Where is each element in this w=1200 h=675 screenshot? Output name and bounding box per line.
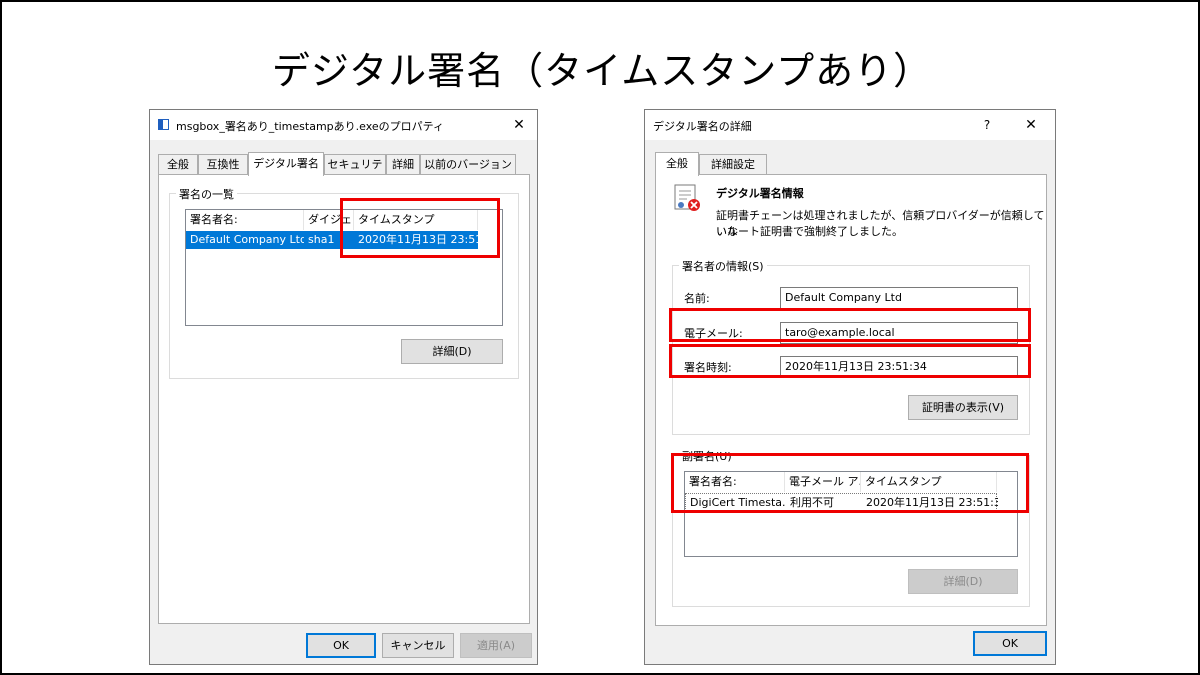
signature-details-dialog: デジタル署名の詳細 ? ✕ 全般 詳細設定 デジタル署名情報 証明書チェーンは処…: [644, 109, 1056, 665]
tab-general[interactable]: 全般: [158, 154, 198, 175]
tab-general[interactable]: 全般: [655, 152, 699, 176]
apply-button[interactable]: 適用(A): [460, 633, 532, 658]
tab-previous-versions[interactable]: 以前のバージョン: [420, 154, 516, 175]
help-icon[interactable]: ?: [977, 115, 997, 135]
signature-list-label: 署名の一覧: [176, 186, 237, 202]
signer-info-label: 署名者の情報(S): [679, 258, 767, 274]
countersignature-details-button[interactable]: 詳細(D): [908, 569, 1018, 594]
tab-compatibility[interactable]: 互換性: [198, 154, 248, 175]
close-icon[interactable]: ✕: [509, 115, 529, 135]
close-icon[interactable]: ✕: [1021, 115, 1041, 135]
column-signer-name[interactable]: 署名者名:: [186, 210, 304, 230]
cancel-button[interactable]: キャンセル: [382, 633, 454, 658]
certificate-error-icon: [674, 184, 700, 211]
tab-details[interactable]: 詳細: [386, 154, 420, 175]
details-titlebar: デジタル署名の詳細 ? ✕: [645, 110, 1055, 140]
properties-dialog: msgbox_署名あり_timestampあり.exeのプロパティ ✕ 全般 互…: [149, 109, 538, 665]
email-highlight-box: [669, 308, 1031, 342]
signing-time-highlight-box: [669, 344, 1031, 378]
tab-digital-signatures[interactable]: デジタル署名: [248, 152, 324, 176]
slide-title: デジタル署名（タイムスタンプあり）: [271, 49, 933, 93]
info-text-line-2: いルート証明書で強制終了しました。: [716, 225, 903, 238]
name-field[interactable]: Default Company Ltd: [780, 287, 1018, 309]
details-button[interactable]: 詳細(D): [401, 339, 503, 364]
details-window-title: デジタル署名の詳細: [653, 120, 752, 133]
properties-window-title: msgbox_署名あり_timestampあり.exeのプロパティ: [176, 120, 444, 133]
countersignature-highlight-box: [671, 453, 1029, 513]
tab-advanced[interactable]: 詳細設定: [699, 154, 767, 175]
general-panel: デジタル署名情報 証明書チェーンは処理されましたが、信頼プロバイダーが信頼してい…: [655, 174, 1047, 626]
row-signer-name: Default Company Ltd: [190, 233, 304, 246]
ok-button[interactable]: OK: [973, 631, 1047, 656]
slide: デジタル署名（タイムスタンプあり） msgbox_署名あり_timestampあ…: [0, 0, 1200, 675]
info-heading: デジタル署名情報: [716, 187, 804, 200]
name-label: 名前:: [684, 292, 710, 305]
timestamp-highlight-box: [340, 198, 500, 258]
ok-button[interactable]: OK: [306, 633, 376, 658]
view-certificate-button[interactable]: 証明書の表示(V): [908, 395, 1018, 420]
properties-titlebar: msgbox_署名あり_timestampあり.exeのプロパティ ✕: [150, 110, 537, 140]
tab-security[interactable]: セキュリティ: [324, 154, 386, 190]
app-window-icon: [158, 119, 169, 130]
